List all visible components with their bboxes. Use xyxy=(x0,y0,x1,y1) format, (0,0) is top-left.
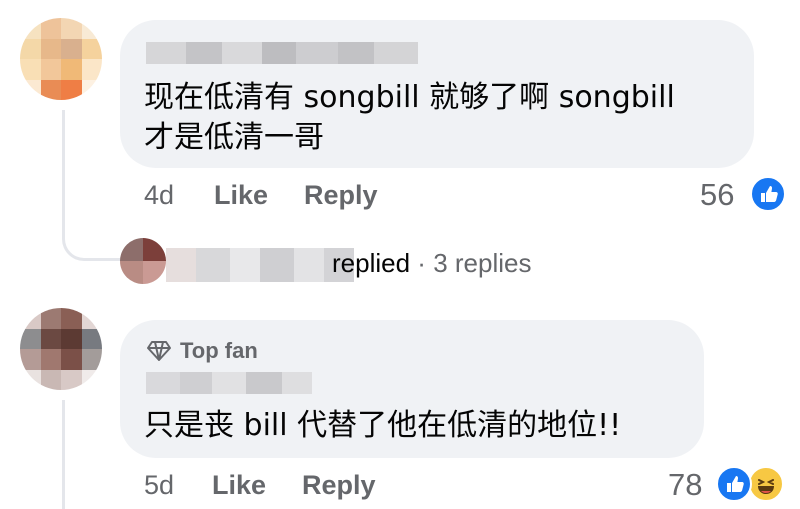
reply-button[interactable]: Reply xyxy=(304,180,378,211)
thread-line xyxy=(62,110,65,230)
thread-line-curve xyxy=(62,228,121,261)
like-button[interactable]: Like xyxy=(212,470,266,501)
reply-avatar[interactable] xyxy=(120,238,166,284)
like-icon xyxy=(750,176,786,212)
reply-button[interactable]: Reply xyxy=(302,470,376,501)
like-button[interactable]: Like xyxy=(214,180,268,211)
reaction-count[interactable]: 78 xyxy=(668,467,702,503)
reaction-count[interactable]: 56 xyxy=(700,177,734,213)
timestamp[interactable]: 4d xyxy=(144,180,174,211)
haha-icon xyxy=(748,466,784,502)
diamond-icon xyxy=(146,340,172,362)
thread-line xyxy=(62,400,65,509)
avatar[interactable] xyxy=(20,308,102,390)
comment-text: 只是丧 bill 代替了他在低清的地位!! xyxy=(144,408,622,443)
comment-bubble: 现在低清有 songbill 就够了啊 songbill 才是低清一哥 xyxy=(120,20,754,168)
badge-label: Top fan xyxy=(180,338,258,363)
replies-link[interactable]: replied · 3 replies xyxy=(332,248,531,279)
top-fan-badge: Top fan xyxy=(146,338,258,364)
comment-text: 现在低清有 songbill 就够了啊 songbill xyxy=(144,80,675,115)
separator: · xyxy=(417,248,426,278)
replies-count: 3 replies xyxy=(433,248,532,278)
like-icon xyxy=(716,466,752,502)
comment-text: 才是低清一哥 xyxy=(144,120,324,155)
avatar[interactable] xyxy=(20,18,102,100)
timestamp[interactable]: 5d xyxy=(144,470,174,501)
replied-label: replied xyxy=(332,248,411,278)
author-name[interactable] xyxy=(146,42,418,64)
author-name[interactable] xyxy=(146,372,312,394)
reply-author-name[interactable] xyxy=(166,248,354,282)
comment-bubble: Top fan 只是丧 bill 代替了他在低清的地位!! xyxy=(120,320,704,458)
